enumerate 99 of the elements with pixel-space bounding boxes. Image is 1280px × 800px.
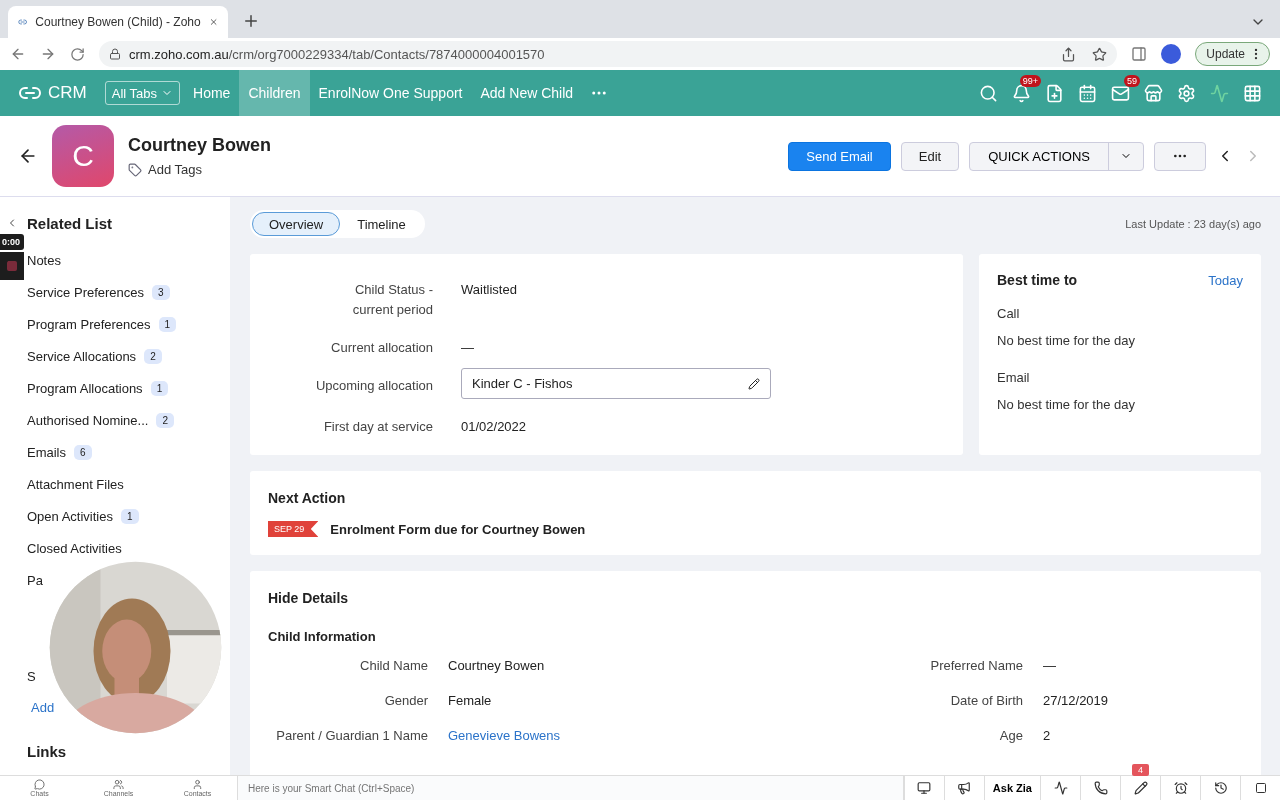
related-list-item[interactable]: Emails 6 — [27, 436, 92, 468]
field-label: Child Status - current period — [351, 281, 433, 319]
bell-icon[interactable] — [1012, 83, 1031, 103]
side-panel-icon[interactable] — [1131, 46, 1148, 62]
last-update-text: Last Update : 23 day(s) ago — [1125, 218, 1261, 230]
field-label: Parent / Guardian 1 Name — [275, 727, 428, 745]
item-count: 1 — [150, 380, 169, 396]
edit-button[interactable]: Edit — [900, 141, 960, 171]
links-title: Links — [27, 743, 68, 760]
megaphone-icon[interactable] — [957, 781, 972, 795]
item-count: 6 — [74, 444, 92, 460]
mail-icon[interactable] — [1111, 83, 1130, 103]
best-time-value: No best time for the day — [997, 333, 1136, 348]
hide-details-toggle[interactable]: Hide Details — [268, 590, 349, 606]
related-list-item[interactable]: Notes — [27, 244, 61, 276]
record-name: Courtney Bowen — [128, 135, 271, 156]
chart-icon[interactable] — [1053, 781, 1068, 795]
related-list-title: Related List — [27, 215, 114, 232]
stop-icon — [6, 260, 18, 272]
item-count: 2 — [144, 348, 162, 364]
related-list-item[interactable]: Authorised Nomine... 2 — [27, 404, 174, 436]
search-icon[interactable] — [979, 83, 998, 103]
section-title: Child Information — [268, 629, 377, 644]
related-list-item[interactable]: S — [27, 660, 36, 692]
field-link[interactable]: Genevieve Bowens — [448, 726, 613, 746]
monitor-icon[interactable] — [917, 781, 932, 795]
today-link[interactable]: Today — [1208, 272, 1243, 288]
item-count: 1 — [158, 316, 177, 332]
field-label: Upcoming allocation — [314, 377, 433, 395]
date-flag: SEP 29 — [268, 521, 319, 537]
field-value: — — [1043, 657, 1057, 675]
field-label: First day at service — [322, 418, 433, 436]
add-link[interactable]: Add — [31, 700, 55, 715]
smart-chat-field[interactable]: Here is your Smart Chat (Ctrl+Space) — [237, 776, 904, 800]
related-list-item[interactable]: Open Activities 1 — [27, 500, 139, 532]
field-value: 01/02/2022 — [461, 418, 528, 436]
share-icon[interactable] — [1061, 46, 1077, 62]
phone-icon[interactable] — [1093, 781, 1108, 795]
notification-count: 99+ — [1019, 74, 1041, 87]
related-list-item[interactable]: Closed Activities — [27, 532, 122, 564]
next-action-title: Next Action — [268, 490, 346, 506]
chat-icon — [34, 779, 45, 790]
item-count: 3 — [152, 284, 170, 300]
lock-icon — [109, 48, 121, 60]
related-list-item[interactable]: Program Preferences 1 — [27, 308, 177, 340]
reload-icon[interactable] — [70, 46, 85, 62]
field-label: Preferred Name — [929, 657, 1023, 675]
allocation-field[interactable]: Kinder C - Fishos — [461, 368, 771, 399]
field-label: Current allocation — [330, 339, 433, 357]
field-value: 27/12/2019 — [1043, 692, 1110, 710]
address-bar[interactable]: crm.zoho.com.au/crm/org7000229334/tab/Contacts/7874000004001570 — [99, 41, 1118, 67]
recording-timer: 0:00 — [0, 234, 24, 250]
field-label: Age — [998, 727, 1023, 745]
store-icon[interactable] — [1144, 83, 1163, 103]
settings-icon[interactable] — [1177, 83, 1196, 103]
people-icon — [113, 779, 124, 790]
crm-logo: CRM — [18, 81, 87, 105]
channel-label: Call — [997, 306, 1021, 321]
view-tab[interactable]: Timeline — [340, 212, 423, 236]
apps-grid-icon[interactable] — [1243, 83, 1262, 103]
quick-actions-button[interactable]: QUICK ACTIONS — [970, 142, 1109, 170]
window-icon[interactable] — [1254, 782, 1267, 794]
field-value: Female — [448, 692, 493, 710]
field-value: — — [461, 339, 475, 357]
best-time-value: No best time for the day — [997, 397, 1136, 412]
send-email-button[interactable]: Send Email — [788, 141, 891, 171]
browser-tab[interactable]: Courtney Bowen (Child) - Zoho — [8, 6, 228, 38]
view-tab[interactable]: Overview — [252, 212, 341, 236]
field-label: Gender — [383, 692, 428, 710]
new-tab-icon[interactable] — [242, 12, 260, 30]
history-icon[interactable] — [1213, 781, 1228, 795]
related-list-item[interactable]: Pa — [27, 564, 43, 596]
field-value: 2 — [1043, 727, 1052, 745]
forward-icon[interactable] — [40, 46, 56, 62]
field-label: Child Name — [359, 657, 428, 675]
profile-avatar[interactable] — [1161, 44, 1182, 64]
mail-count: 59 — [1124, 74, 1140, 87]
action-text: Enrolment Form due for Courtney Bowen — [330, 521, 586, 537]
tag-icon — [128, 162, 142, 177]
pencil-icon[interactable] — [748, 377, 760, 390]
related-list-item[interactable]: Service Preferences 3 — [27, 276, 170, 308]
add-tags-link[interactable]: Add Tags — [148, 162, 202, 177]
field-label: Date of Birth — [949, 692, 1023, 710]
note-add-icon[interactable] — [1045, 83, 1064, 103]
channel-label: Email — [997, 370, 1031, 385]
alarm-icon[interactable] — [1173, 781, 1188, 795]
related-list-item[interactable]: Service Allocations 2 — [27, 340, 162, 372]
related-list-item[interactable]: Program Allocations 1 — [27, 372, 169, 404]
calendar-icon[interactable] — [1078, 83, 1097, 103]
item-count: 1 — [121, 508, 139, 524]
related-list-item[interactable]: Attachment Files — [27, 468, 124, 500]
star-icon[interactable] — [1092, 46, 1108, 62]
update-button[interactable]: Update — [1195, 42, 1270, 66]
person-icon — [192, 779, 203, 790]
record-avatar: C — [52, 125, 114, 187]
field-value: Waitlisted — [461, 281, 518, 299]
best-time-title: Best time to — [997, 272, 1078, 288]
item-count: 2 — [156, 412, 174, 428]
field-value: Courtney Bowen — [448, 657, 546, 675]
